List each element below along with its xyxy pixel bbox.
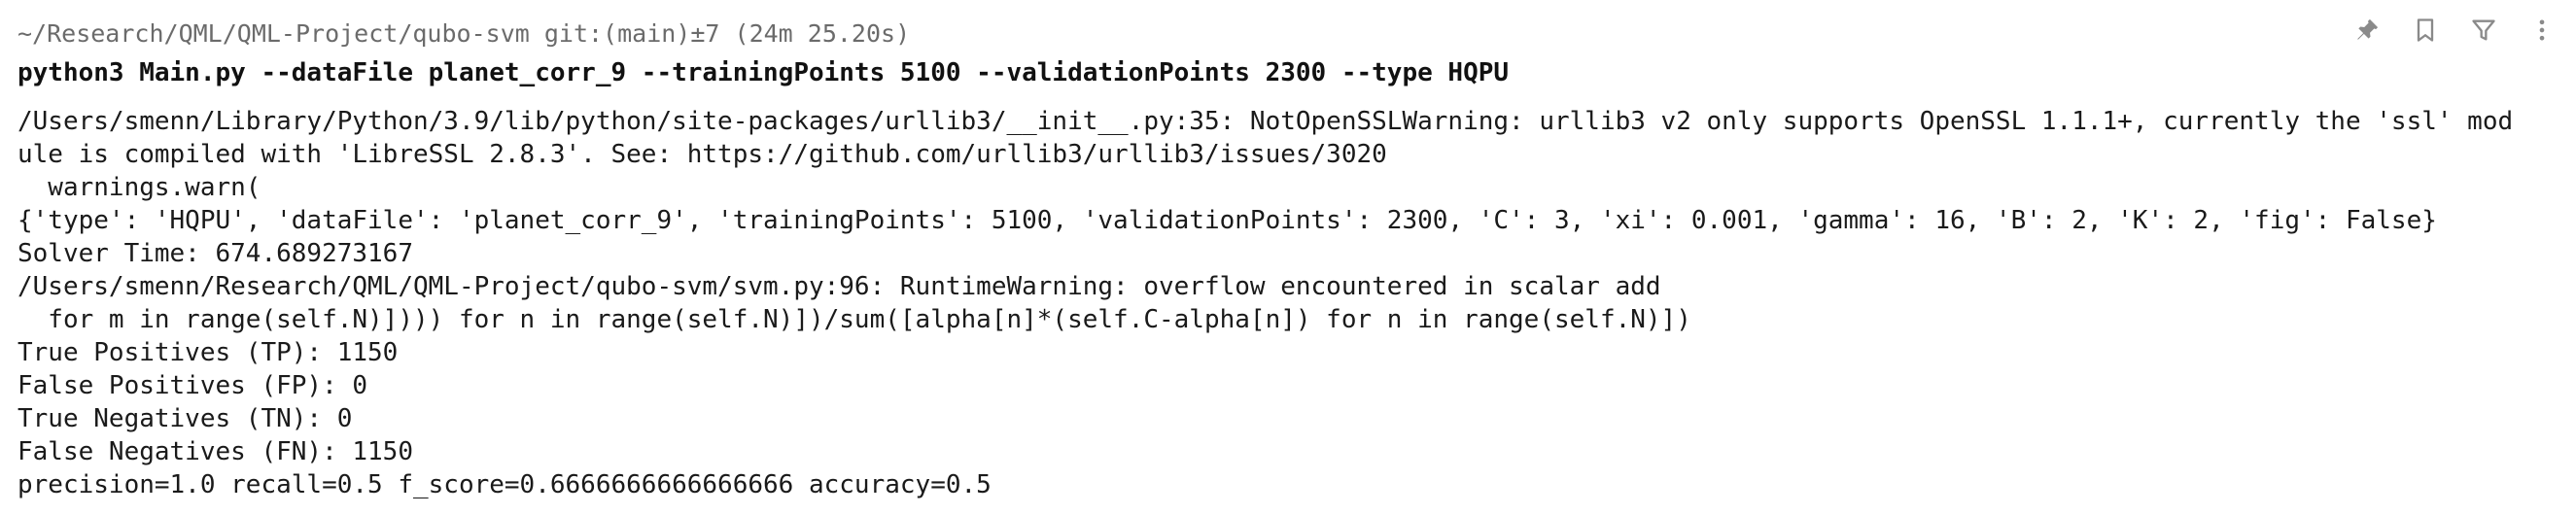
command-output: /Users/smenn/Library/Python/3.9/lib/pyth…: [17, 105, 2559, 501]
more-vertical-icon: [2539, 19, 2545, 41]
block-toolbar: [2350, 14, 2559, 47]
output-line: /Users/smenn/Library/Python/3.9/lib/pyth…: [17, 107, 2514, 136]
output-line: /Users/smenn/Research/QML/QML-Project/qu…: [17, 272, 1661, 301]
output-line: warnings.warn(: [17, 173, 261, 202]
output-line: True Negatives (TN): 0: [17, 404, 353, 433]
pin-icon: [2357, 18, 2379, 40]
output-line: True Positives (TP): 1150: [17, 338, 399, 367]
filter-button[interactable]: [2467, 14, 2500, 47]
output-line: False Negatives (FN): 1150: [17, 437, 413, 466]
bookmark-icon: [2417, 18, 2434, 42]
filter-icon: [2472, 19, 2495, 41]
terminal-block: ~/Research/QML/QML-Project/qubo-svm git:…: [0, 0, 2576, 515]
command-line[interactable]: python3 Main.py --dataFile planet_corr_9…: [17, 56, 1509, 89]
pin-button[interactable]: [2350, 14, 2384, 47]
output-line: False Positives (FP): 0: [17, 371, 368, 400]
output-line: precision=1.0 recall=0.5 f_score=0.66666…: [17, 470, 992, 499]
output-line: for m in range(self.N)]))) for n in rang…: [17, 305, 1691, 334]
prompt-line: ~/Research/QML/QML-Project/qubo-svm git:…: [17, 19, 911, 48]
output-line: {'type': 'HQPU', 'dataFile': 'planet_cor…: [17, 206, 2437, 235]
output-line: ule is compiled with 'LibreSSL 2.8.3'. S…: [17, 140, 1387, 169]
more-options-button[interactable]: [2525, 14, 2559, 47]
output-line: Solver Time: 674.689273167: [17, 239, 413, 268]
bookmark-button[interactable]: [2409, 14, 2442, 47]
